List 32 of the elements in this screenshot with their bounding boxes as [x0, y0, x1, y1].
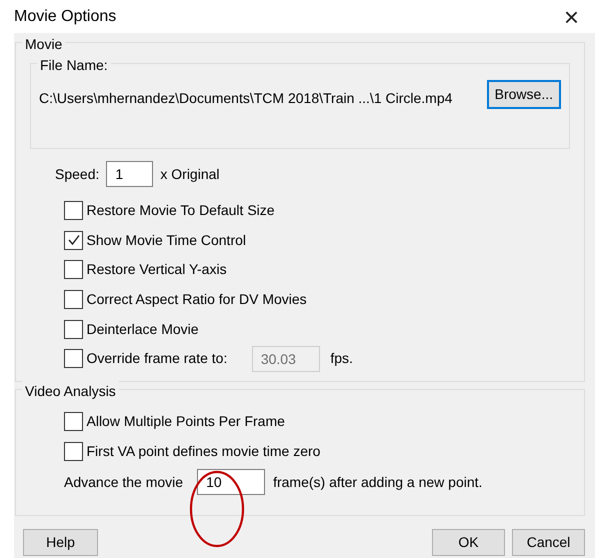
- dialog-button[interactable]: Cancel: [512, 529, 585, 556]
- checkbox[interactable]: [64, 260, 83, 280]
- advance-label: Advance the movie: [64, 472, 184, 492]
- close-button[interactable]: ×: [560, 4, 583, 30]
- checkbox[interactable]: [64, 230, 83, 250]
- checkbox[interactable]: [64, 412, 83, 432]
- checkbox-label[interactable]: Correct Aspect Ratio for DV Movies: [86, 289, 307, 310]
- checkbox[interactable]: [64, 320, 83, 339]
- browse-button[interactable]: Browse...: [486, 80, 561, 109]
- checkbox-label[interactable]: Deinterlace Movie: [86, 318, 199, 340]
- speed-field[interactable]: 1: [106, 161, 154, 187]
- check-icon: [66, 233, 80, 248]
- checkbox-label[interactable]: First VA point defines movie time zero: [86, 440, 320, 462]
- advance-field[interactable]: 10: [197, 469, 266, 496]
- window-title: Movie Options: [14, 6, 116, 26]
- group-title: Video Analysis: [22, 381, 119, 402]
- speed-label: Speed:: [55, 164, 100, 184]
- checkbox[interactable]: [64, 349, 83, 368]
- checkbox-label[interactable]: Allow Multiple Points Per Frame: [86, 411, 285, 432]
- help-button[interactable]: Help: [23, 529, 98, 556]
- checkbox-label[interactable]: Restore Movie To Default Size: [86, 200, 275, 222]
- checkbox[interactable]: [64, 201, 83, 220]
- speed-unit: x Original: [160, 164, 220, 184]
- checkbox-label[interactable]: Restore Vertical Y-axis: [86, 259, 227, 280]
- dialog-button[interactable]: OK: [432, 529, 505, 556]
- checkbox-label[interactable]: Override frame rate to:: [86, 348, 228, 370]
- checkbox-label[interactable]: Show Movie Time Control: [86, 230, 246, 251]
- checkbox[interactable]: [64, 442, 83, 461]
- file-path: C:\Users\mhernandez\Documents\TCM 2018\Train ...\1 Circle.mp4: [39, 89, 452, 108]
- checkbox[interactable]: [64, 290, 83, 310]
- advance-suffix: frame(s) after adding a new point.: [273, 472, 482, 492]
- unit-label: fps.: [330, 349, 353, 368]
